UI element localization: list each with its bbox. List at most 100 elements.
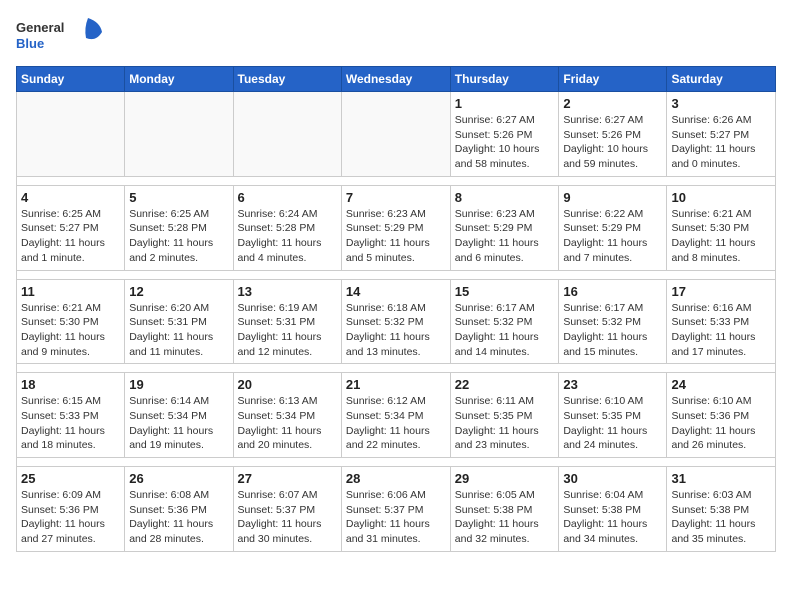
calendar-cell: 22 Sunrise: 6:11 AMSunset: 5:35 PMDayligh… bbox=[450, 373, 559, 458]
day-number: 26 bbox=[129, 471, 228, 486]
day-info: Sunrise: 6:18 AMSunset: 5:32 PMDaylight:… bbox=[346, 301, 446, 360]
day-info: Sunrise: 6:06 AMSunset: 5:37 PMDaylight:… bbox=[346, 488, 446, 547]
day-number: 14 bbox=[346, 284, 446, 299]
day-info: Sunrise: 6:27 AMSunset: 5:26 PMDaylight:… bbox=[455, 113, 555, 172]
day-number: 5 bbox=[129, 190, 228, 205]
day-info: Sunrise: 6:21 AMSunset: 5:30 PMDaylight:… bbox=[21, 301, 120, 360]
day-info: Sunrise: 6:21 AMSunset: 5:30 PMDaylight:… bbox=[671, 207, 771, 266]
calendar-week-5: 25 Sunrise: 6:09 AMSunset: 5:36 PMDayligh… bbox=[17, 467, 776, 552]
calendar-week-4: 18Sunrise: 6:15 AMSunset: 5:33 PMDayligh… bbox=[17, 373, 776, 458]
calendar-cell: 23 Sunrise: 6:10 AMSunset: 5:35 PMDayligh… bbox=[559, 373, 667, 458]
calendar-cell bbox=[233, 92, 341, 177]
calendar-cell: 24 Sunrise: 6:10 AMSunset: 5:36 PMDayligh… bbox=[667, 373, 776, 458]
calendar-cell: 7 Sunrise: 6:23 AMSunset: 5:29 PMDaylight… bbox=[341, 185, 450, 270]
calendar-cell: 1 Sunrise: 6:27 AMSunset: 5:26 PMDaylight… bbox=[450, 92, 559, 177]
weekday-header-tuesday: Tuesday bbox=[233, 67, 341, 92]
day-info: Sunrise: 6:27 AMSunset: 5:26 PMDaylight:… bbox=[563, 113, 662, 172]
calendar-cell: 21Sunrise: 6:12 AMSunset: 5:34 PMDayligh… bbox=[341, 373, 450, 458]
logo: General Blue bbox=[16, 16, 106, 56]
day-number: 1 bbox=[455, 96, 555, 111]
calendar-cell: 10Sunrise: 6:21 AMSunset: 5:30 PMDayligh… bbox=[667, 185, 776, 270]
day-number: 30 bbox=[563, 471, 662, 486]
day-info: Sunrise: 6:04 AMSunset: 5:38 PMDaylight:… bbox=[563, 488, 662, 547]
day-number: 19 bbox=[129, 377, 228, 392]
day-info: Sunrise: 6:17 AMSunset: 5:32 PMDaylight:… bbox=[455, 301, 555, 360]
day-number: 2 bbox=[563, 96, 662, 111]
logo-svg: General Blue bbox=[16, 16, 106, 56]
calendar-week-2: 4 Sunrise: 6:25 AMSunset: 5:27 PMDaylight… bbox=[17, 185, 776, 270]
day-number: 29 bbox=[455, 471, 555, 486]
calendar-week-1: 1 Sunrise: 6:27 AMSunset: 5:26 PMDaylight… bbox=[17, 92, 776, 177]
day-number: 31 bbox=[671, 471, 771, 486]
day-info: Sunrise: 6:25 AMSunset: 5:27 PMDaylight:… bbox=[21, 207, 120, 266]
calendar-cell: 14 Sunrise: 6:18 AMSunset: 5:32 PMDayligh… bbox=[341, 279, 450, 364]
weekday-header-saturday: Saturday bbox=[667, 67, 776, 92]
day-number: 25 bbox=[21, 471, 120, 486]
day-number: 23 bbox=[563, 377, 662, 392]
day-number: 12 bbox=[129, 284, 228, 299]
day-info: Sunrise: 6:07 AMSunset: 5:37 PMDaylight:… bbox=[238, 488, 337, 547]
day-number: 4 bbox=[21, 190, 120, 205]
day-info: Sunrise: 6:23 AMSunset: 5:29 PMDaylight:… bbox=[346, 207, 446, 266]
day-info: Sunrise: 6:17 AMSunset: 5:32 PMDaylight:… bbox=[563, 301, 662, 360]
calendar-week-3: 11 Sunrise: 6:21 AMSunset: 5:30 PMDayligh… bbox=[17, 279, 776, 364]
calendar-cell: 15Sunrise: 6:17 AMSunset: 5:32 PMDayligh… bbox=[450, 279, 559, 364]
calendar-cell: 29 Sunrise: 6:05 AMSunset: 5:38 PMDayligh… bbox=[450, 467, 559, 552]
day-number: 27 bbox=[238, 471, 337, 486]
day-number: 20 bbox=[238, 377, 337, 392]
day-info: Sunrise: 6:20 AMSunset: 5:31 PMDaylight:… bbox=[129, 301, 228, 360]
day-number: 13 bbox=[238, 284, 337, 299]
day-number: 11 bbox=[21, 284, 120, 299]
day-info: Sunrise: 6:08 AMSunset: 5:36 PMDaylight:… bbox=[129, 488, 228, 547]
day-info: Sunrise: 6:09 AMSunset: 5:36 PMDaylight:… bbox=[21, 488, 120, 547]
day-info: Sunrise: 6:05 AMSunset: 5:38 PMDaylight:… bbox=[455, 488, 555, 547]
day-number: 9 bbox=[563, 190, 662, 205]
svg-text:General: General bbox=[16, 20, 64, 35]
weekday-header-thursday: Thursday bbox=[450, 67, 559, 92]
day-info: Sunrise: 6:24 AMSunset: 5:28 PMDaylight:… bbox=[238, 207, 337, 266]
weekday-header-row: SundayMondayTuesdayWednesdayThursdayFrid… bbox=[17, 67, 776, 92]
day-info: Sunrise: 6:26 AMSunset: 5:27 PMDaylight:… bbox=[671, 113, 771, 172]
calendar-cell: 31 Sunrise: 6:03 AMSunset: 5:38 PMDayligh… bbox=[667, 467, 776, 552]
day-info: Sunrise: 6:19 AMSunset: 5:31 PMDaylight:… bbox=[238, 301, 337, 360]
day-info: Sunrise: 6:11 AMSunset: 5:35 PMDaylight:… bbox=[455, 394, 555, 453]
calendar-cell: 20 Sunrise: 6:13 AMSunset: 5:34 PMDayligh… bbox=[233, 373, 341, 458]
day-info: Sunrise: 6:16 AMSunset: 5:33 PMDaylight:… bbox=[671, 301, 771, 360]
day-info: Sunrise: 6:13 AMSunset: 5:34 PMDaylight:… bbox=[238, 394, 337, 453]
svg-text:Blue: Blue bbox=[16, 36, 44, 51]
calendar-cell: 13 Sunrise: 6:19 AMSunset: 5:31 PMDayligh… bbox=[233, 279, 341, 364]
calendar-cell: 2 Sunrise: 6:27 AMSunset: 5:26 PMDaylight… bbox=[559, 92, 667, 177]
calendar-cell: 4 Sunrise: 6:25 AMSunset: 5:27 PMDaylight… bbox=[17, 185, 125, 270]
day-number: 24 bbox=[671, 377, 771, 392]
calendar-cell: 17Sunrise: 6:16 AMSunset: 5:33 PMDayligh… bbox=[667, 279, 776, 364]
day-info: Sunrise: 6:14 AMSunset: 5:34 PMDaylight:… bbox=[129, 394, 228, 453]
day-info: Sunrise: 6:12 AMSunset: 5:34 PMDaylight:… bbox=[346, 394, 446, 453]
day-info: Sunrise: 6:10 AMSunset: 5:36 PMDaylight:… bbox=[671, 394, 771, 453]
calendar-cell: 26 Sunrise: 6:08 AMSunset: 5:36 PMDayligh… bbox=[125, 467, 233, 552]
day-info: Sunrise: 6:10 AMSunset: 5:35 PMDaylight:… bbox=[563, 394, 662, 453]
calendar-cell bbox=[125, 92, 233, 177]
weekday-header-monday: Monday bbox=[125, 67, 233, 92]
calendar-cell bbox=[341, 92, 450, 177]
calendar-cell: 18Sunrise: 6:15 AMSunset: 5:33 PMDayligh… bbox=[17, 373, 125, 458]
calendar-cell: 3Sunrise: 6:26 AMSunset: 5:27 PMDaylight… bbox=[667, 92, 776, 177]
calendar-table: SundayMondayTuesdayWednesdayThursdayFrid… bbox=[16, 66, 776, 552]
day-number: 22 bbox=[455, 377, 555, 392]
calendar-cell: 27 Sunrise: 6:07 AMSunset: 5:37 PMDayligh… bbox=[233, 467, 341, 552]
week-spacer bbox=[17, 176, 776, 185]
calendar-cell: 6Sunrise: 6:24 AMSunset: 5:28 PMDaylight… bbox=[233, 185, 341, 270]
calendar-cell: 9 Sunrise: 6:22 AMSunset: 5:29 PMDaylight… bbox=[559, 185, 667, 270]
day-number: 7 bbox=[346, 190, 446, 205]
calendar-cell: 25 Sunrise: 6:09 AMSunset: 5:36 PMDayligh… bbox=[17, 467, 125, 552]
week-spacer bbox=[17, 364, 776, 373]
day-number: 16 bbox=[563, 284, 662, 299]
weekday-header-sunday: Sunday bbox=[17, 67, 125, 92]
calendar-cell: 16 Sunrise: 6:17 AMSunset: 5:32 PMDayligh… bbox=[559, 279, 667, 364]
page-header: General Blue bbox=[16, 16, 776, 56]
week-spacer bbox=[17, 270, 776, 279]
calendar-cell: 30 Sunrise: 6:04 AMSunset: 5:38 PMDayligh… bbox=[559, 467, 667, 552]
weekday-header-wednesday: Wednesday bbox=[341, 67, 450, 92]
day-info: Sunrise: 6:22 AMSunset: 5:29 PMDaylight:… bbox=[563, 207, 662, 266]
day-info: Sunrise: 6:03 AMSunset: 5:38 PMDaylight:… bbox=[671, 488, 771, 547]
calendar-cell: 5Sunrise: 6:25 AMSunset: 5:28 PMDaylight… bbox=[125, 185, 233, 270]
